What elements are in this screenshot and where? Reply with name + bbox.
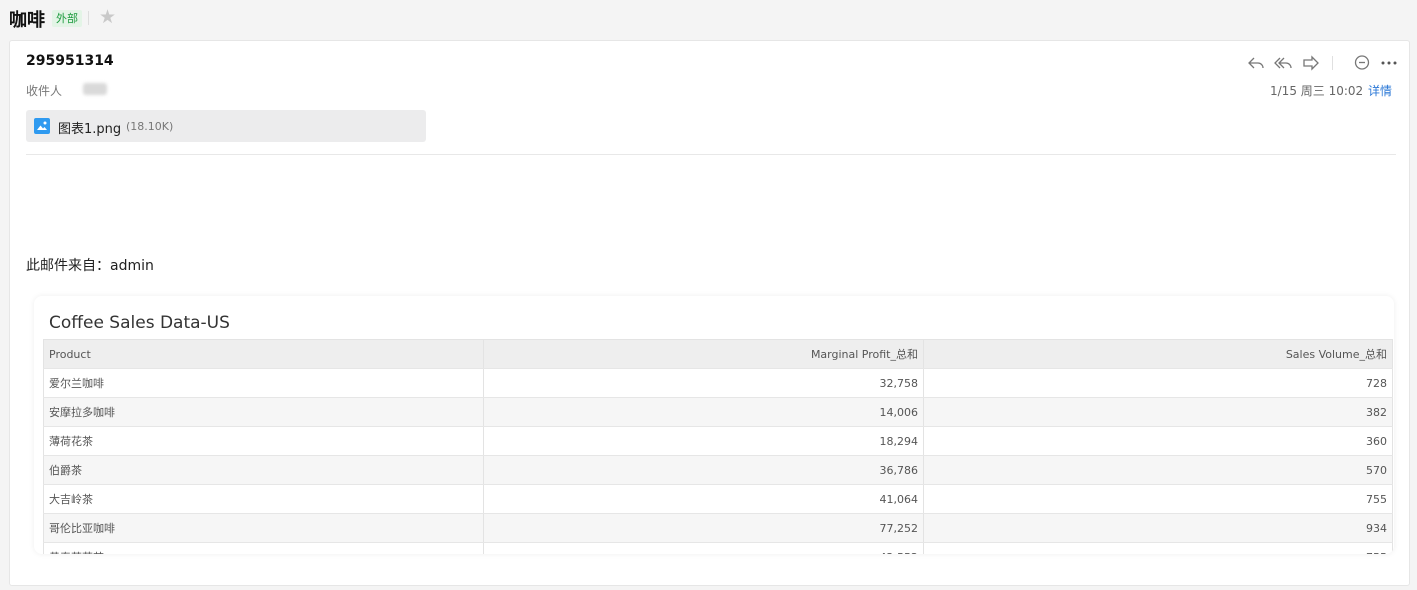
attachment-name: 图表1.png xyxy=(58,122,122,137)
cell-product: 哥伦比亚咖啡 xyxy=(43,513,484,543)
cell-marginal-profit: 36,786 xyxy=(483,455,924,485)
table-row: 爱尔兰咖啡 32,758 728 xyxy=(43,368,1393,398)
cell-product: 安摩拉多咖啡 xyxy=(43,397,484,427)
table-row: 大吉岭茶 41,064 755 xyxy=(43,484,1393,514)
forward-icon[interactable] xyxy=(1302,54,1320,72)
mail-body-from: 此邮件来自：admin xyxy=(26,258,154,274)
recipient-label: 收件人 xyxy=(26,84,63,98)
column-header-sales-volume: Sales Volume_总和 xyxy=(923,339,1393,369)
cell-product: 爱尔兰咖啡 xyxy=(43,368,484,398)
recipient-name-blurred[interactable] xyxy=(83,83,107,95)
table-row: 伯爵茶 36,786 570 xyxy=(43,455,1393,485)
attachment-item[interactable]: 图表1.png (18.10K) xyxy=(26,110,426,142)
cell-marginal-profit: 42,552 xyxy=(483,542,924,554)
attachment-size: (18.10K) xyxy=(126,120,174,133)
cell-product: 大吉岭茶 xyxy=(43,484,484,514)
cell-sales-volume: 934 xyxy=(923,513,1393,543)
report-title: Coffee Sales Data-US xyxy=(49,313,230,333)
cell-marginal-profit: 14,006 xyxy=(483,397,924,427)
cell-sales-volume: 755 xyxy=(923,484,1393,514)
report-table: Product Marginal Profit_总和 Sales Volume_… xyxy=(43,339,1393,554)
mail-card: 295951314 收件人 1/15 周三 10:02 详情 图表1.png (… xyxy=(9,40,1410,586)
divider xyxy=(88,11,89,25)
cell-sales-volume: 382 xyxy=(923,397,1393,427)
cell-product: 伯爵茶 xyxy=(43,455,484,485)
report-card: Coffee Sales Data-US Product Marginal Pr… xyxy=(34,296,1394,554)
cell-sales-volume: 360 xyxy=(923,426,1393,456)
column-header-product: Product xyxy=(43,339,484,369)
table-row: 薄荷花茶 18,294 360 xyxy=(43,426,1393,456)
cell-marginal-profit: 32,758 xyxy=(483,368,924,398)
cell-marginal-profit: 18,294 xyxy=(483,426,924,456)
mail-date: 1/15 周三 10:02 xyxy=(1270,84,1364,98)
mail-subject: 咖啡 xyxy=(9,10,45,31)
image-file-icon xyxy=(34,118,50,134)
table-header-row: Product Marginal Profit_总和 Sales Volume_… xyxy=(43,339,1393,369)
star-icon[interactable]: ★ xyxy=(99,6,116,28)
table-row: 哥伦比亚咖啡 77,252 934 xyxy=(43,513,1393,543)
external-tag: 外部 xyxy=(52,10,82,27)
reply-all-icon[interactable] xyxy=(1274,54,1292,72)
sender-name[interactable]: 295951314 xyxy=(26,53,114,69)
cell-sales-volume: 755 xyxy=(923,542,1393,554)
reply-icon[interactable] xyxy=(1247,54,1265,72)
table-row: 安摩拉多咖啡 14,006 382 xyxy=(43,397,1393,427)
divider xyxy=(1332,56,1333,70)
comment-icon[interactable] xyxy=(1353,54,1371,72)
cell-marginal-profit: 41,064 xyxy=(483,484,924,514)
column-header-marginal-profit: Marginal Profit_总和 xyxy=(483,339,924,369)
cell-sales-volume: 570 xyxy=(923,455,1393,485)
report-table-viewport[interactable]: Product Marginal Profit_总和 Sales Volume_… xyxy=(43,339,1393,554)
table-row: 黄春菊花茶 42,552 755 xyxy=(43,542,1393,554)
header-divider xyxy=(26,154,1396,155)
cell-sales-volume: 728 xyxy=(923,368,1393,398)
mail-topbar: 咖啡 外部 ★ xyxy=(0,0,1417,38)
cell-product: 黄春菊花茶 xyxy=(43,542,484,554)
more-icon[interactable] xyxy=(1380,54,1398,72)
cell-marginal-profit: 77,252 xyxy=(483,513,924,543)
details-link[interactable]: 详情 xyxy=(1368,82,1392,99)
cell-product: 薄荷花茶 xyxy=(43,426,484,456)
